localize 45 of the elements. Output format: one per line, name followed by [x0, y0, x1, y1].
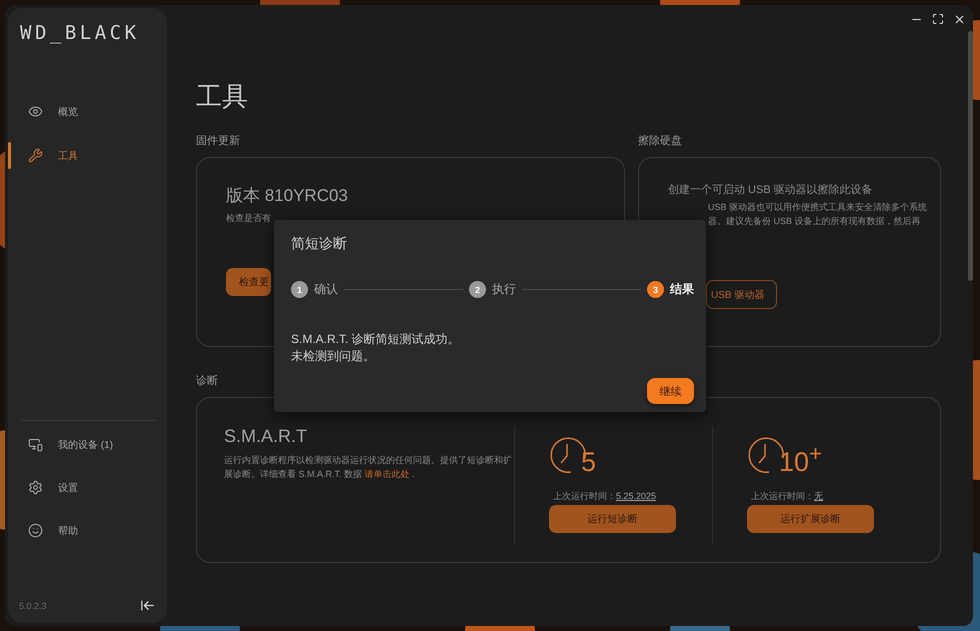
step-label: 结果 — [670, 281, 694, 298]
wrench-icon — [28, 148, 43, 163]
continue-button[interactable]: 继续 — [647, 378, 694, 404]
scrollbar[interactable] — [968, 31, 973, 281]
nav-item[interactable]: 工具 — [8, 142, 167, 169]
nav-item[interactable]: 我的设备 (1) — [8, 431, 167, 458]
details-link[interactable]: 请单击此处 — [364, 469, 410, 480]
erase-description: 器。建议先备份 USB 设备上的所有现有数据，然后再 — [708, 214, 922, 228]
erase-description: USB 驱动器也可以用作便携式工具来安全清除多个系统 — [708, 200, 928, 214]
step-label: 确认 — [314, 281, 338, 298]
nav-item[interactable]: 概览 — [8, 98, 167, 125]
version-text: 5.0.2.3 — [19, 600, 47, 610]
step-number: 3 — [647, 281, 664, 298]
section-heading: 擦除硬盘 — [638, 134, 683, 149]
result-message: 未检测到问题。 — [291, 348, 376, 366]
result-message: S.M.A.R.T. 诊断简短测试成功。 — [291, 331, 461, 348]
step-number: 1 — [291, 281, 308, 298]
smart-description: 运行内置诊断程序以检测驱动器运行状况的任何问题。提供了短诊断和扩展诊断。详细查看 S.M.A.R.T. 数据 请单击此处 . — [224, 454, 513, 482]
section-heading: 固件更新 — [196, 134, 241, 149]
app-logo: WD_BLACK — [19, 22, 141, 46]
step-label: 执行 — [492, 281, 516, 298]
check-update-button[interactable]: 检查更 — [226, 268, 271, 296]
duration-text: 10$^{+}$ — [779, 443, 822, 476]
collapse-icon[interactable] — [140, 598, 155, 613]
selection-bar — [8, 142, 11, 169]
maximize-icon[interactable] — [932, 13, 944, 25]
firmware-version: 版本 810YRC03 — [226, 185, 349, 207]
erase-title: 创建一个可启动 USB 驱动器以擦除此设备 — [668, 182, 874, 198]
nav-item[interactable]: 设置 — [8, 474, 167, 501]
step-number: 2 — [469, 281, 486, 298]
devices-icon — [28, 437, 43, 452]
duration-text: 5 — [581, 449, 596, 476]
eye-icon — [28, 104, 43, 119]
last-run-text: 上次运行时间：5.25.2025 — [553, 490, 656, 503]
help-icon — [28, 523, 43, 538]
firmware-description: 检查是否有 — [226, 212, 272, 225]
settings-icon — [28, 480, 43, 495]
run-diagnostic-button[interactable]: 运行扩展诊断 — [747, 505, 874, 533]
smart-title: S.M.A.R.T — [224, 426, 308, 447]
nav-item[interactable]: 帮助 — [8, 517, 167, 544]
close-icon[interactable] — [953, 13, 966, 26]
dialog-title: 简短诊断 — [291, 235, 348, 253]
run-diagnostic-button[interactable]: 运行短诊断 — [549, 505, 676, 533]
page-title: 工具 — [196, 80, 249, 113]
last-run-text: 上次运行时间：无 — [751, 490, 823, 503]
